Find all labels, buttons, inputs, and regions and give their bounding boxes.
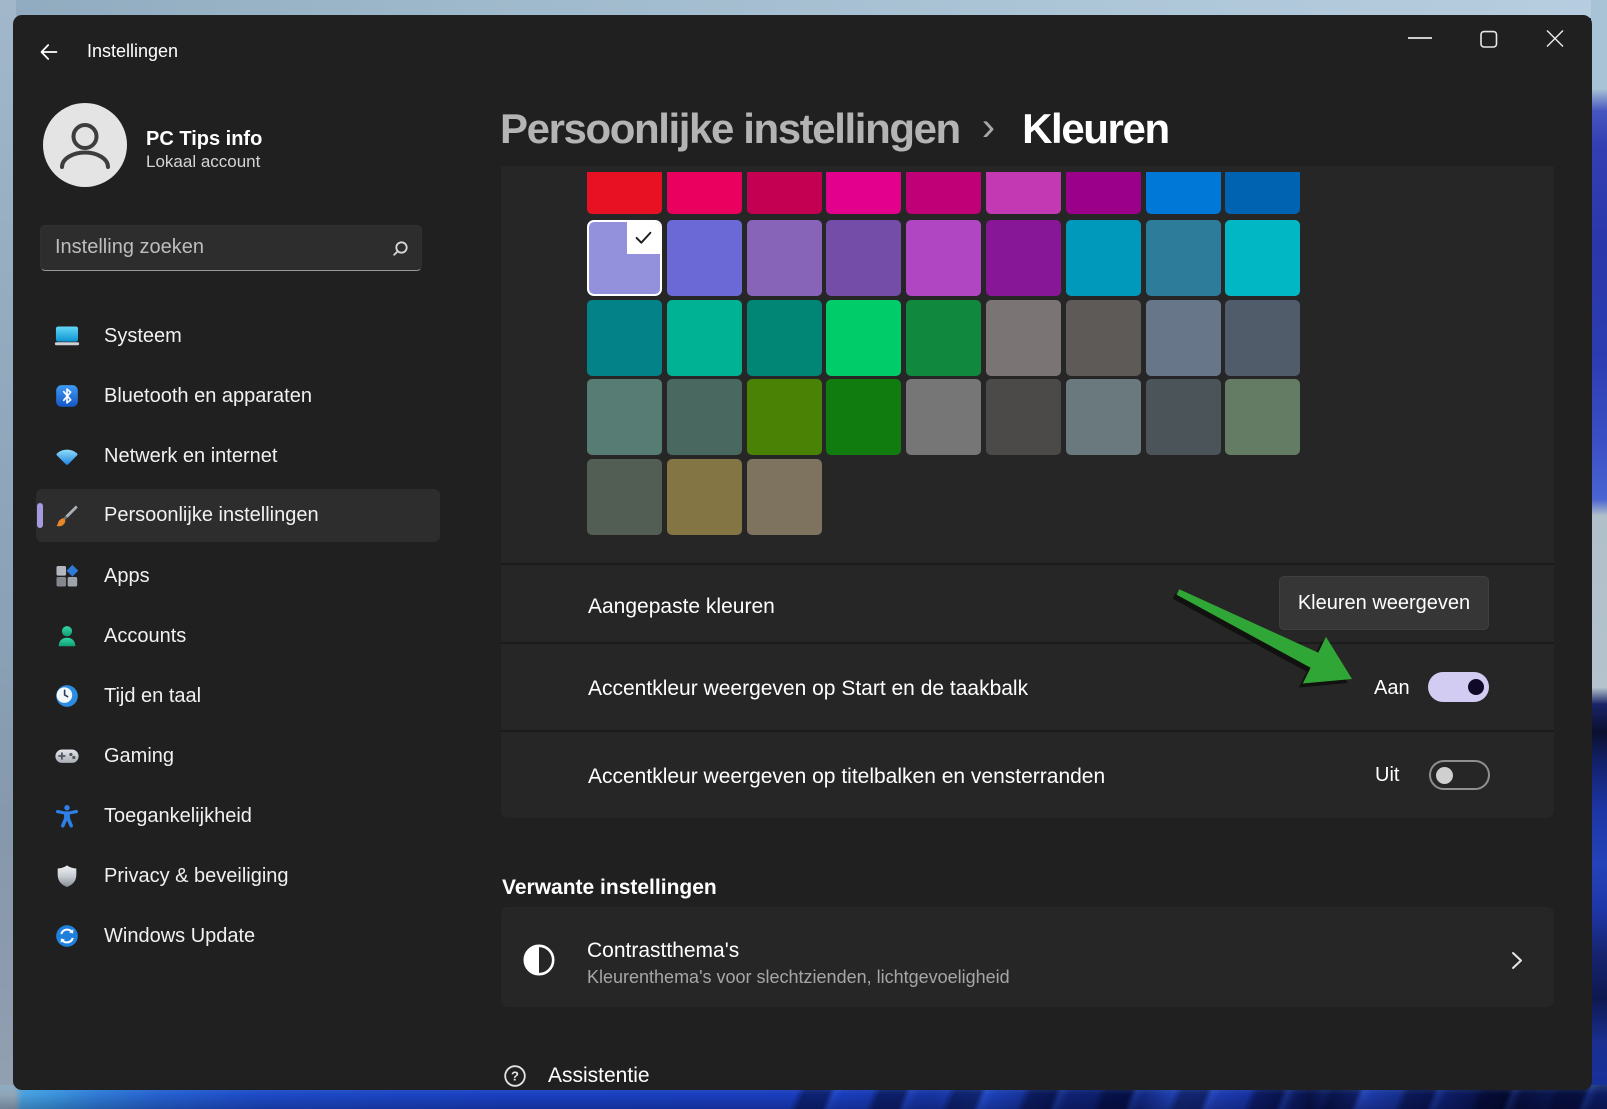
svg-text:?: ? [511,1069,519,1084]
